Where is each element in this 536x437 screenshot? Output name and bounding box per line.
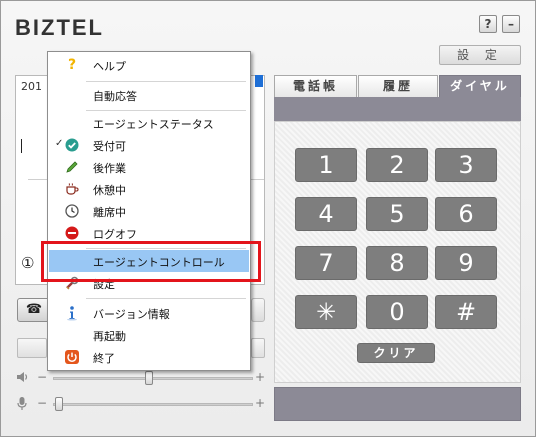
menu-item-label: 終了 <box>93 352 115 365</box>
phone-icon: ☎ <box>25 302 43 317</box>
speaker-volume-slider[interactable] <box>145 371 153 385</box>
biztel-window: BIZTEL ? – 設 定 201 ① ☎ − + − + 電話帳 履歴 ダイ… <box>0 0 536 437</box>
biztel-logo: BIZTEL <box>15 15 104 40</box>
pencil-icon <box>66 161 78 173</box>
annotation-marker: ① <box>21 254 35 272</box>
menu-item-label: 後作業 <box>93 162 126 175</box>
dial-key-6[interactable]: 6 <box>435 197 497 231</box>
call-log-text: 201 <box>21 80 42 93</box>
scroll-indicator <box>255 75 263 87</box>
menu-item-auto-answer[interactable]: 自動応答 <box>49 84 249 106</box>
dial-key-3[interactable]: 3 <box>435 148 497 182</box>
settings-button[interactable]: 設 定 <box>439 45 521 65</box>
text-caret <box>21 139 22 153</box>
speaker-volume-row: − + <box>15 370 267 386</box>
dial-key-hash[interactable]: # <box>435 295 497 329</box>
right-secondary-button[interactable] <box>251 338 265 358</box>
speaker-volume-track[interactable] <box>53 377 253 380</box>
menu-separator <box>86 298 246 299</box>
menu-item-agent-status: エージェントステータス <box>49 112 249 134</box>
menu-item-label: ログオフ <box>93 228 137 241</box>
menu-item-available[interactable]: ✓ 受付可 <box>49 134 249 156</box>
phone-button[interactable]: ☎ <box>17 298 51 322</box>
left-action-button[interactable] <box>17 338 47 358</box>
question-icon: ? <box>67 57 77 73</box>
power-icon <box>65 350 79 364</box>
menu-item-restart[interactable]: 再起動 <box>49 324 249 346</box>
info-icon <box>67 306 77 321</box>
speaker-volume-minus[interactable]: − <box>37 370 47 384</box>
speaker-volume-plus[interactable]: + <box>255 370 265 384</box>
menu-item-label: 受付可 <box>93 140 126 153</box>
speaker-icon <box>17 372 28 382</box>
menu-item-help[interactable]: ? ヘルプ <box>49 54 249 76</box>
logoff-icon <box>65 226 79 240</box>
mic-volume-minus[interactable]: − <box>37 396 47 410</box>
clock-icon <box>65 204 79 218</box>
menu-item-exit[interactable]: 終了 <box>49 346 249 368</box>
annotation-highlight-box <box>41 241 261 282</box>
minimize-button[interactable]: – <box>502 15 520 33</box>
clear-button[interactable]: クリア <box>357 343 435 363</box>
menu-item-label: 再起動 <box>93 330 126 343</box>
tab-phonebook[interactable]: 電話帳 <box>274 75 357 97</box>
available-check-icon <box>65 138 79 152</box>
menu-separator <box>86 110 246 111</box>
help-button[interactable]: ? <box>479 15 497 33</box>
microphone-icon <box>17 397 27 410</box>
mic-volume-track[interactable] <box>53 403 253 406</box>
dial-key-1[interactable]: 1 <box>295 148 357 182</box>
dial-key-0[interactable]: 0 <box>366 295 428 329</box>
menu-item-after-work[interactable]: 後作業 <box>49 156 249 178</box>
dial-key-star[interactable]: ✳ <box>295 295 357 329</box>
dial-key-8[interactable]: 8 <box>366 246 428 280</box>
mic-volume-row: − + <box>15 396 267 412</box>
tab-dial[interactable]: ダイヤル <box>439 75 521 97</box>
menu-item-version-info[interactable]: バージョン情報 <box>49 302 249 324</box>
menu-item-label: バージョン情報 <box>93 308 170 321</box>
dial-key-7[interactable]: 7 <box>295 246 357 280</box>
coffee-cup-icon <box>66 183 79 195</box>
dial-key-2[interactable]: 2 <box>366 148 428 182</box>
menu-item-label: ヘルプ <box>93 60 126 73</box>
menu-item-label: 離席中 <box>93 206 126 219</box>
menu-separator <box>86 81 246 82</box>
menu-item-label: エージェントステータス <box>93 118 214 131</box>
menu-item-away[interactable]: 離席中 <box>49 200 249 222</box>
dial-key-4[interactable]: 4 <box>295 197 357 231</box>
right-action-button[interactable] <box>251 298 265 322</box>
tray-context-menu: ? ヘルプ 自動応答 エージェントステータス ✓ 受付可 後作業 休憩中 離席中… <box>47 51 251 371</box>
menu-item-label: 休憩中 <box>93 184 126 197</box>
dial-key-9[interactable]: 9 <box>435 246 497 280</box>
dial-key-5[interactable]: 5 <box>366 197 428 231</box>
mic-volume-slider[interactable] <box>55 397 63 411</box>
dial-header-strip <box>274 97 521 121</box>
tab-history[interactable]: 履歴 <box>358 75 438 97</box>
dial-bottom-bar <box>274 387 521 421</box>
menu-item-label: 自動応答 <box>93 90 137 103</box>
mic-volume-plus[interactable]: + <box>255 396 265 410</box>
menu-item-break[interactable]: 休憩中 <box>49 178 249 200</box>
